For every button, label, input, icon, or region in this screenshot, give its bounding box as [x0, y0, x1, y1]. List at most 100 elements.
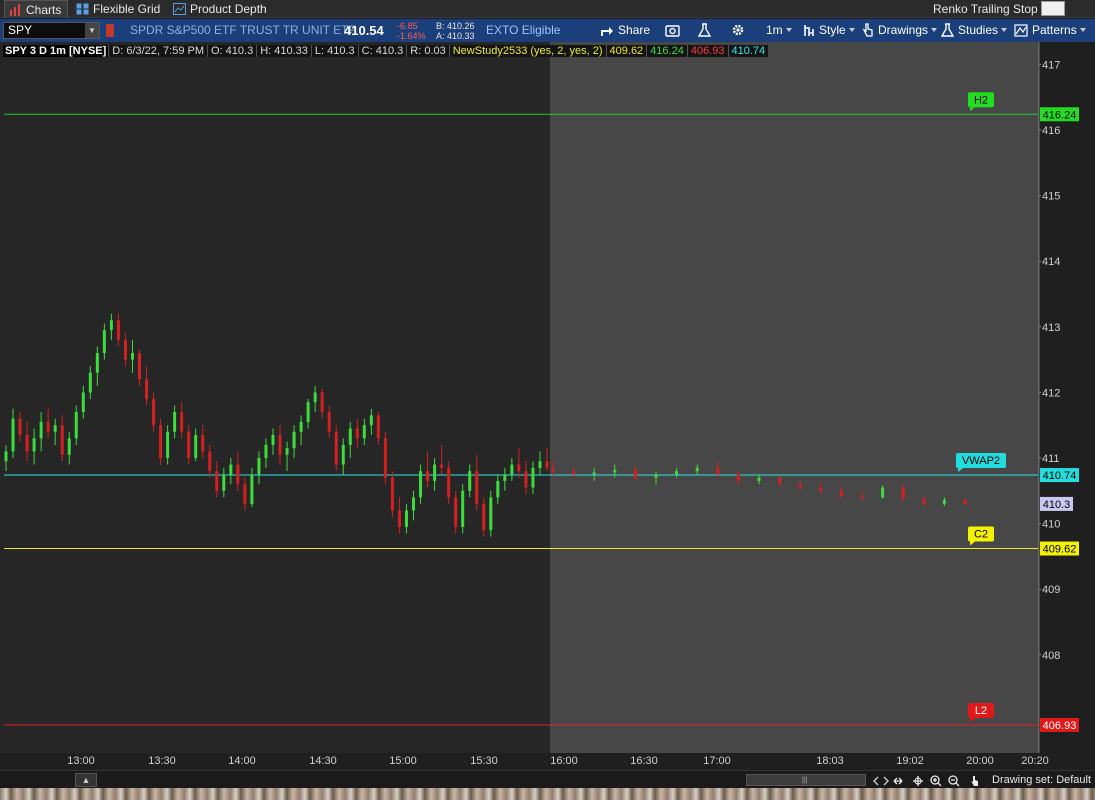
status-study-value-vwap2: 410.74	[727, 45, 769, 57]
candle-body	[654, 474, 658, 478]
level-tag-text: C2	[974, 529, 988, 541]
bar-chart-icon	[10, 4, 20, 16]
candle-body	[152, 398, 156, 426]
candle-body	[109, 320, 113, 331]
x-tick-label: 14:00	[228, 755, 256, 767]
scrollbar-thumb[interactable]: |||	[802, 777, 810, 784]
expand-icon[interactable]	[893, 777, 903, 785]
candle-body	[60, 425, 64, 455]
chevron-down-icon	[848, 28, 855, 32]
bid-ask: B: 410.26 A: 410.33	[436, 21, 475, 41]
candle-body	[716, 467, 720, 475]
candle-body	[922, 498, 926, 504]
symbol-dropdown-button[interactable]: ▼	[85, 23, 99, 38]
x-tick-label: 16:00	[550, 755, 578, 767]
status-symbol: SPY 3 D 1m [NYSE]	[3, 45, 109, 57]
candle-body	[860, 496, 864, 498]
price-chart[interactable]: 408 409 410 411 412 413 414 415 416 417 H2 416.24 V…	[0, 42, 1095, 753]
chevron-down-icon	[1001, 28, 1008, 32]
candle-body	[538, 461, 542, 468]
candle-body	[102, 330, 106, 354]
candle-body	[496, 480, 500, 498]
time-scrollbar[interactable]: |||	[746, 774, 866, 786]
drawing-set-label[interactable]: Drawing set: Default	[992, 771, 1091, 789]
status-low: L: 410.3	[310, 45, 358, 57]
price-change: -6.85 -1.64%	[397, 21, 426, 41]
last-price: 410.54	[344, 23, 384, 38]
candle-body	[426, 471, 430, 481]
candle-body	[145, 379, 149, 399]
level-tag-text: VWAP2	[962, 455, 1000, 467]
drawings-dropdown[interactable]: Drawings	[861, 19, 938, 42]
status-study-value-h2: 416.24	[646, 45, 687, 57]
candle-body	[201, 435, 205, 452]
price-label-text: 416.24	[1043, 109, 1077, 121]
tab-flexible-grid[interactable]: Flexible Grid	[76, 0, 160, 18]
zoom-in-icon[interactable]	[930, 775, 942, 787]
candle-body	[123, 339, 127, 360]
candle-body	[81, 392, 85, 413]
flask-button[interactable]	[697, 19, 715, 42]
x-tick-label: 14:30	[309, 755, 337, 767]
flask-icon	[697, 23, 712, 37]
tab-charts[interactable]: Charts	[4, 0, 69, 18]
candle-body	[46, 421, 50, 432]
pointer-icon[interactable]	[971, 776, 978, 786]
candle-body	[475, 471, 479, 504]
style-dropdown[interactable]: Style	[803, 19, 855, 42]
bookmark-icon[interactable]	[106, 24, 114, 37]
zoom-out-icon[interactable]	[948, 775, 960, 787]
patterns-icon	[1014, 24, 1028, 37]
chart-canvas[interactable]: 408 409 410 411 412 413 414 415 416 417 H2 416.24 V…	[0, 42, 1095, 753]
chevron-down-icon	[785, 28, 792, 32]
candle-body	[32, 438, 36, 452]
interval-dropdown[interactable]: 1m	[766, 19, 792, 42]
y-tick-label: 413	[1042, 322, 1060, 334]
candle-body	[433, 464, 437, 481]
tab-product-depth[interactable]: Product Depth	[173, 0, 267, 18]
status-study-name[interactable]: NewStudy2533 (yes, 2, yes, 2)	[448, 45, 606, 57]
share-button[interactable]: Share	[600, 19, 650, 42]
crosshair-icon[interactable]	[913, 776, 923, 786]
price-label-text: 409.62	[1043, 544, 1077, 556]
y-tick-label: 416	[1042, 125, 1060, 137]
candle-body	[271, 435, 275, 445]
interval-label: 1m	[766, 23, 783, 37]
symbol-description: SPDR S&P500 ETF TRUST TR UNIT ETF	[130, 23, 356, 37]
level-tag-text: L2	[975, 705, 987, 717]
price-label-text: 406.93	[1043, 720, 1077, 732]
symbol-input[interactable]: SPY ▼	[3, 22, 100, 39]
studies-label: Studies	[958, 23, 999, 37]
studies-dropdown[interactable]: Studies	[940, 19, 1008, 42]
candle-body	[229, 464, 233, 475]
candle-body	[334, 431, 338, 465]
time-axis[interactable]: 13:00 13:30 14:00 14:30 15:00 15:30 16:00 16:30…	[0, 753, 1095, 770]
candle-body	[355, 428, 359, 439]
candle-body	[264, 444, 268, 458]
candle-body	[173, 412, 177, 432]
bid-price: B: 410.26	[436, 21, 475, 31]
status-range: R: 0.03	[406, 45, 449, 57]
chevron-down-icon	[1079, 28, 1086, 32]
candle-body	[482, 503, 486, 531]
status-study-value-c2: 409.62	[605, 45, 647, 57]
y-tick-label: 415	[1042, 191, 1060, 203]
status-high: H: 410.33	[256, 45, 311, 57]
exto-eligible-link[interactable]: EXTO Eligible	[486, 19, 560, 42]
snapshot-button[interactable]	[665, 19, 684, 42]
renko-input[interactable]	[1041, 1, 1065, 16]
drawings-label: Drawings	[878, 23, 929, 37]
candle-body	[285, 448, 289, 455]
candle-body	[320, 392, 324, 413]
candle-body	[798, 484, 802, 488]
scroll-left-icon[interactable]	[873, 776, 879, 786]
pointer-icon	[862, 23, 873, 37]
collapse-button[interactable]: ▲	[75, 773, 97, 787]
settings-button[interactable]	[731, 19, 749, 42]
candle-body	[376, 415, 380, 439]
zoom-controls	[873, 775, 978, 787]
candle-body	[440, 464, 444, 468]
x-tick-label: 18:03	[816, 755, 844, 767]
patterns-dropdown[interactable]: Patterns	[1014, 19, 1086, 42]
scroll-right-icon[interactable]	[883, 776, 889, 786]
